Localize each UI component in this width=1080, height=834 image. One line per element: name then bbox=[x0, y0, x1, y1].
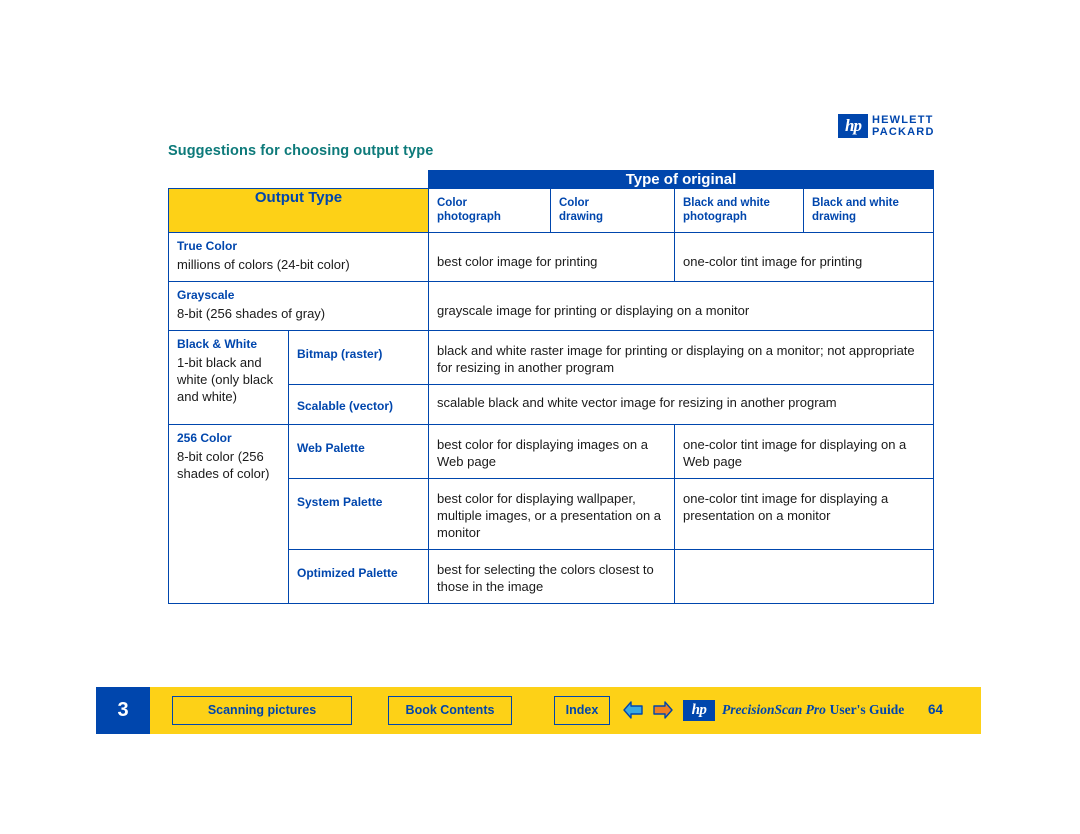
subrow-label: Bitmap (raster) bbox=[297, 347, 383, 361]
cell-text: best color image for printing bbox=[437, 254, 598, 269]
cell-text bbox=[675, 550, 933, 564]
col-header-line2: drawing bbox=[812, 211, 857, 223]
cell-bw-scalable-text: scalable black and white vector image fo… bbox=[428, 384, 934, 425]
output-type-table-wrapper: Type of original Output Type Color photo… bbox=[168, 170, 934, 604]
cell-true-color-color: best color image for printing bbox=[428, 232, 675, 282]
row-desc: 1-bit black and white (only black and wh… bbox=[177, 355, 274, 404]
cell-optimized-palette-bw bbox=[674, 549, 934, 604]
cell-text: scalable black and white vector image fo… bbox=[437, 395, 837, 410]
book-contents-button[interactable]: Book Contents bbox=[388, 696, 512, 725]
subrow-label-optimized-palette: Optimized Palette bbox=[288, 549, 429, 604]
row-label-grayscale: Grayscale 8-bit (256 shades of gray) bbox=[168, 281, 429, 331]
col-header-line1: Black and white bbox=[683, 197, 770, 209]
chapter-number-badge: 3 bbox=[96, 687, 150, 734]
row-name: True Color bbox=[177, 239, 238, 253]
cell-text: best color for displaying images on a We… bbox=[437, 437, 649, 469]
cell-bw-bitmap-text: black and white raster image for printin… bbox=[428, 330, 934, 385]
row-name: Black & White bbox=[177, 337, 258, 351]
subrow-label-scalable-vector: Scalable (vector) bbox=[288, 384, 429, 425]
header-spacer bbox=[168, 170, 429, 189]
table-header-row-1: Type of original bbox=[168, 170, 934, 189]
cell-system-palette-color: best color for displaying wallpaper, mul… bbox=[428, 478, 675, 550]
cell-system-palette-bw: one-color tint image for displaying a pr… bbox=[674, 478, 934, 550]
next-page-arrow-icon[interactable] bbox=[652, 701, 674, 719]
table-row-256-web-palette: 256 Color 8-bit color (256 shades of col… bbox=[168, 424, 934, 604]
subrow-label: System Palette bbox=[297, 495, 383, 509]
cell-optimized-palette-color: best for selecting the colors closest to… bbox=[428, 549, 675, 604]
subrow-label-web-palette: Web Palette bbox=[288, 424, 429, 479]
output-type-table: Type of original Output Type Color photo… bbox=[168, 170, 934, 604]
cell-text: one-color tint image for printing bbox=[683, 254, 863, 269]
previous-page-arrow-icon[interactable] bbox=[622, 701, 644, 719]
footer-hp-logo: hp bbox=[683, 700, 715, 721]
subrow-label: Optimized Palette bbox=[297, 566, 398, 580]
subrow-label-bitmap-raster: Bitmap (raster) bbox=[288, 330, 429, 385]
row-desc: millions of colors (24-bit color) bbox=[177, 257, 350, 272]
cell-true-color-bw: one-color tint image for printing bbox=[674, 232, 934, 282]
page-number: 64 bbox=[928, 702, 944, 717]
subrow-label: Scalable (vector) bbox=[297, 399, 394, 413]
hp-logo-line1: HEWLETT bbox=[872, 114, 934, 126]
scanning-pictures-button[interactable]: Scanning pictures bbox=[172, 696, 352, 725]
col-header-line2: drawing bbox=[559, 211, 604, 223]
row-desc: 8-bit color (256 shades of color) bbox=[177, 449, 270, 481]
footer-bar: 3 Scanning pictures Book Contents Index … bbox=[96, 687, 981, 734]
col-header-line1: Color bbox=[559, 197, 590, 209]
col-header-line1: Color bbox=[437, 197, 468, 209]
cell-grayscale-all: grayscale image for printing or displayi… bbox=[428, 281, 934, 331]
page-title: Suggestions for choosing output type bbox=[168, 143, 434, 159]
row-label-256-color: 256 Color 8-bit color (256 shades of col… bbox=[168, 424, 289, 604]
row-desc: 8-bit (256 shades of gray) bbox=[177, 306, 326, 321]
type-of-original-header: Type of original bbox=[428, 170, 934, 189]
table-header-row-2: Output Type Color photograph Color drawi… bbox=[168, 188, 934, 233]
row-label-true-color: True Color millions of colors (24-bit co… bbox=[168, 232, 429, 282]
hp-logo-wordmark: HEWLETT PACKARD bbox=[872, 114, 935, 138]
hp-logo-line2: PACKARD bbox=[872, 126, 935, 138]
cell-text: one-color tint image for displaying a pr… bbox=[683, 491, 889, 523]
col-header-line2: photograph bbox=[683, 211, 747, 223]
cell-web-palette-bw: one-color tint image for displaying on a… bbox=[674, 424, 934, 479]
column-header-color-drawing: Color drawing bbox=[550, 188, 675, 233]
footer-guide-title: PrecisionScan Pro User's Guide bbox=[722, 702, 904, 718]
subrow-label: Web Palette bbox=[297, 441, 365, 455]
row-name: Grayscale bbox=[177, 288, 235, 302]
cell-web-palette-color: best color for displaying images on a We… bbox=[428, 424, 675, 479]
index-button[interactable]: Index bbox=[554, 696, 610, 725]
output-type-header: Output Type bbox=[168, 188, 429, 233]
column-header-color-photograph: Color photograph bbox=[428, 188, 551, 233]
column-header-bw-drawing: Black and white drawing bbox=[803, 188, 934, 233]
footer-guide-label: User's Guide bbox=[829, 702, 905, 717]
col-header-line1: Black and white bbox=[812, 197, 899, 209]
hp-logo-mark: hp bbox=[838, 114, 868, 138]
row-label-black-and-white: Black & White 1-bit black and white (onl… bbox=[168, 330, 289, 425]
table-row-bw-bitmap: Black & White 1-bit black and white (onl… bbox=[168, 330, 934, 425]
col-header-line2: photograph bbox=[437, 211, 501, 223]
row-name: 256 Color bbox=[177, 431, 232, 445]
hp-logo: hp HEWLETT PACKARD bbox=[838, 114, 948, 140]
cell-text: one-color tint image for displaying on a… bbox=[683, 437, 907, 469]
cell-text: best for selecting the colors closest to… bbox=[437, 562, 654, 594]
cell-text: best color for displaying wallpaper, mul… bbox=[437, 491, 662, 540]
table-row-grayscale: Grayscale 8-bit (256 shades of gray) gra… bbox=[168, 281, 934, 331]
cell-text: grayscale image for printing or displayi… bbox=[437, 303, 750, 318]
column-header-bw-photograph: Black and white photograph bbox=[674, 188, 804, 233]
table-row-true-color: True Color millions of colors (24-bit co… bbox=[168, 232, 934, 282]
footer-product-name: PrecisionScan Pro bbox=[722, 702, 826, 717]
cell-text: black and white raster image for printin… bbox=[437, 343, 915, 375]
subrow-label-system-palette: System Palette bbox=[288, 478, 429, 550]
